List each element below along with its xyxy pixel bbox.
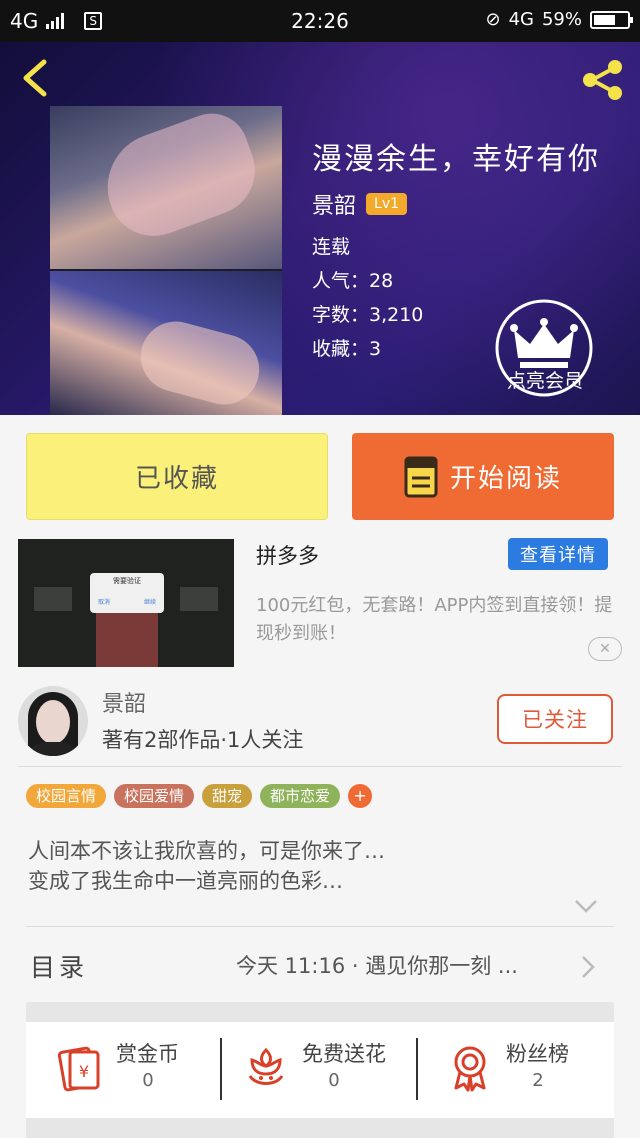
chevron-right-icon[interactable] (580, 954, 596, 980)
toc-label[interactable]: 目录 (30, 948, 88, 984)
tag[interactable]: 甜宠 (202, 784, 253, 808)
spacer (26, 1118, 614, 1138)
book-title: 漫漫余生，幸好有你 (312, 142, 600, 177)
book-intro[interactable]: 人间本不该让我欣喜的，可是你来了… 变成了我生命中一道亮丽的色彩… (28, 836, 618, 896)
tag[interactable]: 校园爱情 (114, 784, 195, 808)
send-flower-button[interactable]: 免费送花 0 (242, 1036, 412, 1106)
ad-description[interactable]: 100元红包，无套路！APP内签到直接领！提现秒到账！ (256, 592, 618, 648)
divider (220, 1038, 222, 1100)
divider (26, 926, 614, 927)
book-popularity: 人气：28 (312, 270, 394, 292)
book-author[interactable]: 景韶 (312, 188, 356, 220)
book-favorites: 收藏：3 (312, 338, 382, 360)
toc-latest-chapter[interactable]: 今天 11:16 · 遇见你那一刻 ... (236, 950, 518, 980)
spacer (26, 1002, 614, 1022)
divider (18, 766, 622, 767)
book-icon (404, 456, 438, 497)
ad-close-icon[interactable]: ✕ (588, 637, 622, 661)
flower-count: 0 (328, 1070, 340, 1091)
avatar[interactable] (18, 686, 88, 756)
mute-icon: ⊘ (485, 9, 501, 30)
tag[interactable]: 都市恋爱 (260, 784, 341, 808)
reward-title: 赏金币 (116, 1042, 179, 1066)
fans-title: 粉丝榜 (506, 1042, 569, 1066)
level-badge: Lv1 (366, 193, 408, 215)
flower-icon (248, 1047, 284, 1085)
bottom-actions: ¥ 赏金币 0 免费送花 0 粉丝榜 2 (26, 1022, 614, 1118)
book-word-count: 字数：3,210 (312, 304, 424, 326)
flower-title: 免费送花 (302, 1042, 386, 1066)
tag[interactable]: 校园言情 (26, 784, 107, 808)
battery-icon (590, 10, 633, 29)
svg-text:¥: ¥ (79, 1062, 89, 1081)
author-name[interactable]: 景韶 (102, 686, 146, 718)
tag-list: 校园言情 校园爱情 甜宠 都市恋爱 + (26, 784, 373, 808)
reward-count: 0 (142, 1070, 154, 1091)
author-works: 著有2部作品·1人关注 (102, 728, 304, 752)
share-icon[interactable] (578, 56, 626, 104)
intro-line: 变成了我生命中一道亮丽的色彩… (28, 869, 343, 893)
fans-ranking-button[interactable]: 粉丝榜 2 (446, 1036, 606, 1106)
vip-label[interactable]: 点亮会员 (490, 366, 600, 393)
book-status: 连载 (312, 236, 351, 258)
ad-title[interactable]: 拼多多 (256, 540, 319, 570)
ad-popup-title: 需要验证 (113, 577, 141, 585)
ad-popup-cancel: 取消 (98, 599, 111, 606)
medal-icon (454, 1046, 486, 1092)
fans-count: 2 (532, 1070, 544, 1091)
network-label-right: 4G (508, 9, 534, 30)
ad-image[interactable]: 需要验证 取消 继续 (18, 539, 234, 667)
book-cover[interactable] (50, 106, 282, 415)
red-envelope-icon: ¥ (57, 1046, 100, 1092)
tag-more-button[interactable]: + (348, 784, 373, 808)
favorited-button[interactable]: 已收藏 (26, 433, 328, 520)
divider (416, 1038, 418, 1100)
chevron-down-icon[interactable] (574, 898, 598, 914)
battery-percent: 59% (541, 9, 582, 30)
start-reading-button[interactable]: 开始阅读 (352, 433, 614, 520)
ad-popup-confirm: 继续 (143, 599, 156, 606)
book-header: 漫漫余生，幸好有你 景韶 Lv1 连载 人气：28 字数：3,210 收藏：3 … (0, 42, 640, 415)
ad-detail-button[interactable]: 查看详情 (508, 538, 608, 570)
start-reading-label: 开始阅读 (449, 464, 562, 494)
status-bar: 4G S 22:26 ⊘ 4G 59% (0, 0, 640, 42)
reward-coins-button[interactable]: ¥ 赏金币 0 (56, 1036, 216, 1106)
intro-line: 人间本不该让我欣喜的，可是你来了… (28, 839, 385, 863)
follow-button[interactable]: 已关注 (497, 694, 613, 744)
back-icon[interactable] (18, 58, 58, 98)
